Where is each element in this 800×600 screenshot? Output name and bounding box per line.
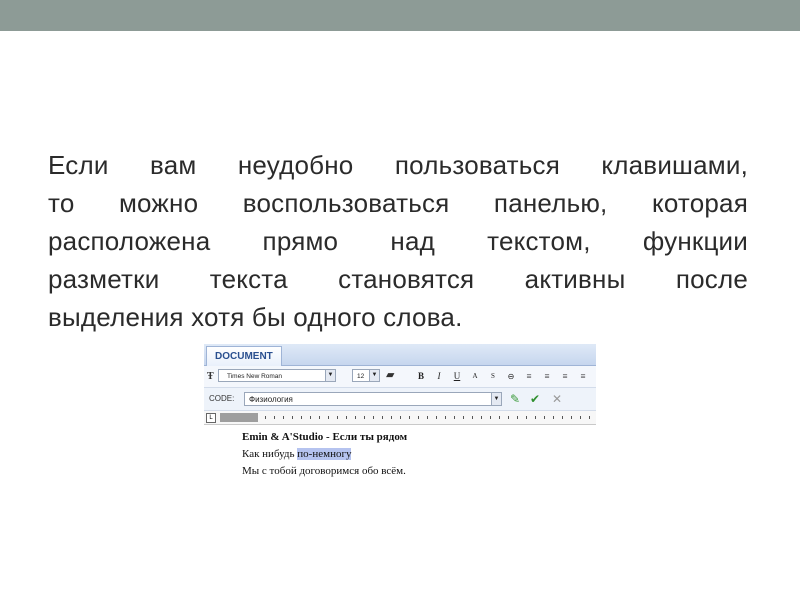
- code-value: Физиология: [249, 395, 293, 404]
- selected-text[interactable]: по-немногу: [297, 448, 352, 460]
- strikethrough-button[interactable]: ⊖: [504, 370, 518, 383]
- paragraph-line: разметки текста становятся активны после: [48, 264, 748, 294]
- font-family-select[interactable]: Times New Roman ▼: [218, 369, 336, 382]
- ruler-margin: [220, 413, 258, 422]
- font-size-value: 12: [357, 373, 365, 380]
- font-size-select[interactable]: 12 ▼: [352, 369, 380, 382]
- italic-button[interactable]: I: [432, 370, 446, 383]
- align-right-button[interactable]: ≡: [558, 370, 572, 383]
- paragraph-line: выделения хотя бы одного слова.: [48, 302, 463, 332]
- bold-button[interactable]: B: [414, 370, 428, 383]
- tab-stop-icon[interactable]: L: [206, 413, 216, 423]
- font-family-value: Times New Roman: [227, 373, 283, 380]
- code-label: CODE:: [209, 394, 235, 403]
- chevron-down-icon[interactable]: ▼: [369, 370, 379, 381]
- format-toolbar: Ŧ Times New Roman ▼ 12 ▼ ▰ B I U A S ⊖ ≡…: [204, 366, 596, 388]
- editor-tab-bar: DOCUMENT: [204, 344, 596, 366]
- paragraph-line: расположена прямо над текстом, функции: [48, 226, 748, 256]
- document-title-line: Emin & A'Studio - Если ты рядом: [242, 431, 408, 443]
- document-line: Как нибудь по-немногу: [242, 446, 596, 463]
- chevron-down-icon[interactable]: ▼: [325, 370, 335, 381]
- font-icon: Ŧ: [207, 371, 214, 382]
- apply-icon[interactable]: ✔: [530, 392, 540, 406]
- tab-document[interactable]: DOCUMENT: [206, 346, 282, 366]
- line-text: Как нибудь: [242, 448, 298, 460]
- underline-button[interactable]: U: [450, 370, 464, 383]
- paint-icon[interactable]: ▰: [386, 369, 394, 382]
- slide-paragraph: Если вам неудобно пользоваться клавишами…: [48, 146, 748, 336]
- paragraph-line: то можно воспользоваться панелью, котора…: [48, 188, 748, 218]
- document-body[interactable]: Emin & A'Studio - Если ты рядом Как нибу…: [204, 425, 596, 480]
- slide-top-bar: [0, 0, 800, 31]
- align-center-button[interactable]: ≡: [540, 370, 554, 383]
- align-justify-button[interactable]: ≡: [576, 370, 590, 383]
- paragraph-line: Если вам неудобно пользоваться клавишами…: [48, 150, 748, 180]
- code-toolbar: CODE: Физиология ▼ ✎ ✔ ✕: [204, 388, 596, 411]
- chevron-down-icon[interactable]: ▼: [491, 393, 501, 405]
- document-line: Мы с тобой договоримся обо всём.: [242, 465, 406, 477]
- editor-screenshot: DOCUMENT Ŧ Times New Roman ▼ 12 ▼ ▰ B I …: [204, 344, 596, 494]
- code-select[interactable]: Физиология ▼: [244, 392, 502, 406]
- cancel-icon[interactable]: ✕: [552, 392, 562, 406]
- ruler[interactable]: [220, 413, 594, 422]
- ruler-bar: L: [204, 411, 596, 425]
- check-icon[interactable]: ✎: [510, 392, 520, 406]
- align-left-button[interactable]: ≡: [522, 370, 536, 383]
- subscript-button[interactable]: A: [468, 370, 482, 383]
- superscript-button[interactable]: S: [486, 370, 500, 383]
